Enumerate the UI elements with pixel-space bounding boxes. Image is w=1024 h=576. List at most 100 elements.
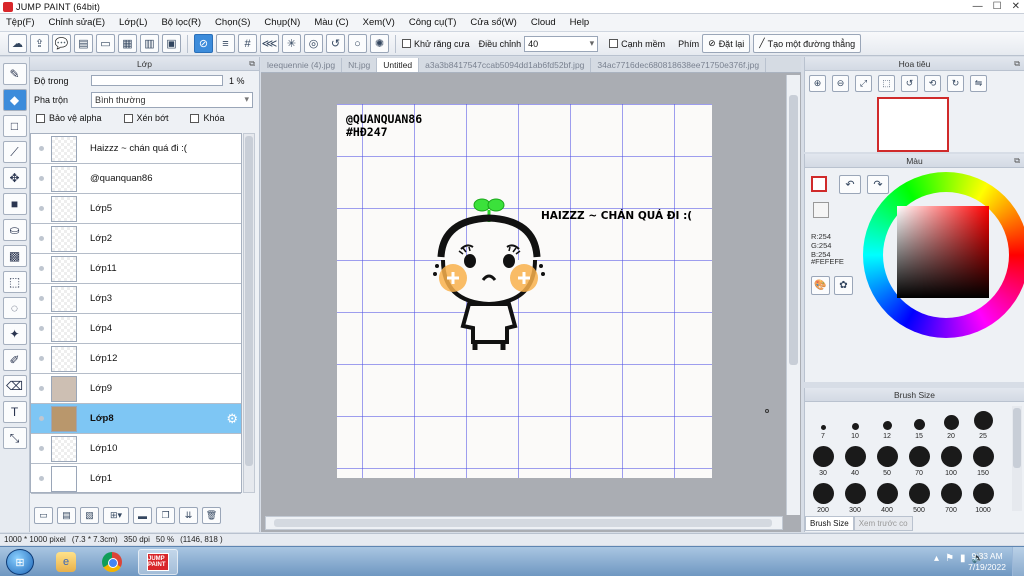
- speech-bubble-icon[interactable]: 💬: [52, 34, 71, 53]
- select-eraser-tool-icon[interactable]: ⌫: [2, 375, 27, 397]
- blend-mode-select[interactable]: Bình thường: [91, 91, 253, 108]
- brush-size-option[interactable]: 700: [936, 480, 966, 514]
- rotate-left-icon[interactable]: ↺: [901, 75, 918, 92]
- visibility-toggle[interactable]: [31, 416, 51, 421]
- brush-size-option[interactable]: 70: [904, 443, 934, 477]
- maximize-button[interactable]: ☐: [993, 1, 1002, 12]
- scroll-thumb[interactable]: [274, 519, 772, 527]
- zoom-out-icon[interactable]: ⊖: [832, 75, 849, 92]
- export-icon[interactable]: ⇪: [30, 34, 49, 53]
- reset-button[interactable]: ⊘ Đặt lại: [702, 34, 751, 53]
- menu-tools[interactable]: Công cụ(T): [409, 17, 457, 28]
- gradient-tool-icon[interactable]: ▩: [2, 245, 27, 267]
- brush-size-option[interactable]: 20: [936, 406, 966, 440]
- drawing-canvas[interactable]: @QUANQUAN86 #HĐ247 HAIZZZ ~ CHÁN QUÁ ĐI …: [337, 104, 712, 478]
- adjust-select[interactable]: 40: [524, 35, 599, 52]
- cloud-icon[interactable]: ☁: [8, 34, 27, 53]
- parallel-ruler-icon[interactable]: ≡: [216, 34, 235, 53]
- layer-row[interactable]: Haizzz ~ chán quá đi :(: [31, 134, 241, 164]
- pin-icon[interactable]: ⧉: [1014, 156, 1020, 166]
- menu-window[interactable]: Cửa sổ(W): [470, 17, 516, 28]
- protect-alpha-toggle[interactable]: Bảo vệ alpha: [36, 113, 102, 123]
- canvas-horizontal-scrollbar[interactable]: [265, 516, 783, 530]
- menu-color[interactable]: Màu (C): [314, 17, 348, 28]
- scroll-thumb[interactable]: [245, 136, 253, 466]
- canvas-vertical-scrollbar[interactable]: [786, 75, 800, 515]
- gear-icon[interactable]: ⚙: [226, 411, 238, 427]
- grid-layout-icon[interactable]: ▥: [140, 34, 159, 53]
- flag-icon[interactable]: ⚑: [945, 553, 954, 564]
- new-halftone-layer-icon[interactable]: ▤: [57, 507, 76, 524]
- duplicate-layer-icon[interactable]: ❐: [156, 507, 175, 524]
- rectangle-tool-icon[interactable]: □: [2, 115, 27, 137]
- visibility-toggle[interactable]: [31, 266, 51, 271]
- zoom-in-icon[interactable]: ⊕: [809, 75, 826, 92]
- layer-scrollbar[interactable]: [243, 133, 255, 493]
- folder-icon[interactable]: ▬: [133, 507, 152, 524]
- brush-size-option[interactable]: 30: [808, 443, 838, 477]
- tray-expand-icon[interactable]: ▴: [934, 553, 939, 564]
- opacity-slider[interactable]: [91, 75, 223, 86]
- color-set-icon[interactable]: ✿: [834, 276, 853, 295]
- new-layer-icon[interactable]: ▭: [34, 507, 53, 524]
- reset-rotation-icon[interactable]: ⟲: [924, 75, 941, 92]
- fill-rect-tool-icon[interactable]: ■: [2, 193, 27, 215]
- brush-size-option[interactable]: 15: [904, 406, 934, 440]
- brush-scrollbar[interactable]: [1012, 406, 1022, 511]
- saturation-value-square[interactable]: [897, 206, 989, 298]
- actual-size-icon[interactable]: ⬚: [878, 75, 895, 92]
- pin-icon[interactable]: ⧉: [1014, 59, 1020, 69]
- pen-tool-icon[interactable]: ✎: [2, 63, 27, 85]
- merge-down-icon[interactable]: ⇊: [179, 507, 198, 524]
- line-tool-icon[interactable]: ⟋: [2, 141, 27, 163]
- menu-edit[interactable]: Chỉnh sửa(E): [49, 17, 106, 28]
- page-icon[interactable]: ▭: [96, 34, 115, 53]
- minimize-button[interactable]: —: [973, 1, 983, 12]
- pin-icon[interactable]: ⧉: [249, 59, 255, 69]
- network-icon[interactable]: ▮: [960, 553, 966, 564]
- menu-layer[interactable]: Lớp(L): [119, 17, 147, 28]
- doc-tab[interactable]: leequennie (4).jpg: [261, 58, 343, 72]
- radial-ruler-icon[interactable]: ✳: [282, 34, 301, 53]
- brush-size-option[interactable]: 25: [968, 406, 998, 440]
- layer-row[interactable]: Lớp4: [31, 314, 241, 344]
- layer-row[interactable]: Lớp2: [31, 224, 241, 254]
- visibility-toggle[interactable]: [31, 446, 51, 451]
- undo-icon[interactable]: ↶: [839, 175, 861, 194]
- taskbar-clock[interactable]: 9:33 AM 7/19/2022: [968, 551, 1006, 573]
- eraser-tool-icon[interactable]: ◆: [2, 89, 27, 111]
- brush-size-option[interactable]: 7: [808, 406, 838, 440]
- tab-brush-size[interactable]: Brush Size: [805, 516, 854, 531]
- comment-icon[interactable]: ▤: [74, 34, 93, 53]
- brush-size-option[interactable]: 12: [872, 406, 902, 440]
- scroll-thumb[interactable]: [789, 95, 798, 365]
- grid-ruler-icon[interactable]: #: [238, 34, 257, 53]
- rect-select-tool-icon[interactable]: ⬚: [2, 271, 27, 293]
- lasso-tool-icon[interactable]: ◌: [2, 297, 27, 319]
- taskbar-app-chrome[interactable]: [92, 549, 132, 575]
- protect-alpha-checkbox[interactable]: [36, 113, 45, 123]
- document-icon[interactable]: ▦: [118, 34, 137, 53]
- lock-toggle[interactable]: Khóa: [190, 113, 225, 123]
- taskbar-app-jumppaint[interactable]: JUMP PAINT: [138, 549, 178, 575]
- delete-layer-icon[interactable]: 🗑: [202, 507, 221, 524]
- close-button[interactable]: ✕: [1012, 1, 1020, 12]
- foreground-color-swatch[interactable]: [811, 176, 827, 192]
- symmetry-ruler-icon[interactable]: ✺: [370, 34, 389, 53]
- doc-tab[interactable]: 34ac7716dec680818638ee71750e376f.jpg: [591, 58, 767, 72]
- menu-help[interactable]: Help: [570, 17, 590, 28]
- select-pen-tool-icon[interactable]: ✐: [2, 349, 27, 371]
- layer-row[interactable]: Lớp5: [31, 194, 241, 224]
- fit-window-icon[interactable]: ⤢: [855, 75, 872, 92]
- visibility-toggle[interactable]: [31, 356, 51, 361]
- layer-row-selected[interactable]: Lớp8 ⚙: [31, 404, 241, 434]
- tab-preview[interactable]: Xem trước co: [853, 516, 913, 531]
- visibility-toggle[interactable]: [31, 176, 51, 181]
- layer-row[interactable]: Lớp1: [31, 464, 241, 494]
- show-desktop-button[interactable]: [1012, 547, 1024, 576]
- layer-row[interactable]: @quanquan86: [31, 164, 241, 194]
- layer-row[interactable]: Lớp9: [31, 374, 241, 404]
- clip-checkbox[interactable]: [123, 113, 133, 123]
- navigator-preview[interactable]: [877, 97, 949, 152]
- curve-ruler-icon[interactable]: ↺: [326, 34, 345, 53]
